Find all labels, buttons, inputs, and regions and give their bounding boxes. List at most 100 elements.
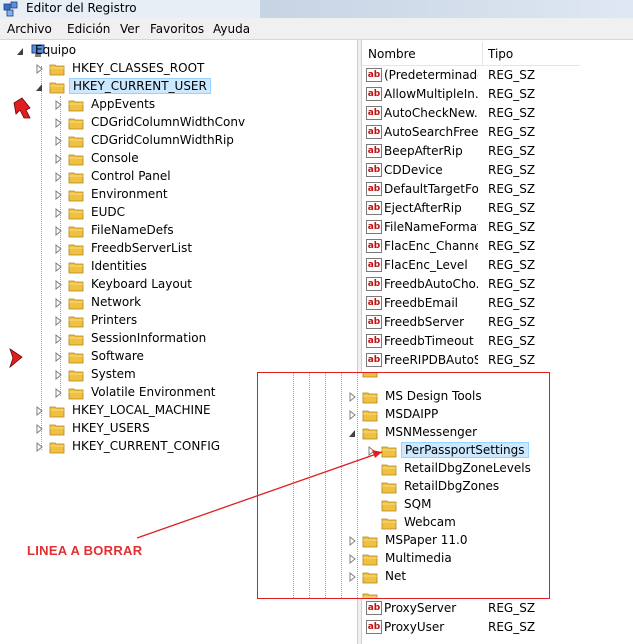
tree-node-child[interactable]: Printers: [54, 312, 294, 330]
string-value-icon: ab: [366, 182, 382, 196]
folder-icon: [68, 334, 84, 346]
expand-icon[interactable]: [54, 262, 62, 272]
folder-icon: [68, 316, 84, 328]
tree-node-child[interactable]: FreedbServerList: [54, 240, 294, 258]
list-item[interactable]: ab ProxyServer REG_SZ: [362, 599, 580, 618]
tree-node-child[interactable]: Keyboard Layout: [54, 276, 294, 294]
tree-node-overlay[interactable]: MS Design Tools: [362, 388, 532, 406]
list-item[interactable]: ab BeepAfterRip REG_SZ: [362, 142, 580, 161]
tree-node-hkey_current_user[interactable]: HKEY_CURRENT_USER: [35, 78, 255, 96]
list-item[interactable]: ab FreedbEmail REG_SZ: [362, 294, 580, 313]
list-item[interactable]: ab FreedbTimeout REG_SZ: [362, 332, 580, 351]
tree-node-hkey_local_machine[interactable]: HKEY_LOCAL_MACHINE: [35, 402, 255, 420]
column-header-tipo[interactable]: Tipo: [488, 47, 513, 61]
list-item[interactable]: ab FreedbAutoCho... REG_SZ: [362, 275, 580, 294]
tree-node-overlay[interactable]: Multimedia: [362, 550, 532, 568]
tree-node-child[interactable]: Environment: [54, 186, 294, 204]
tree-node-overlay[interactable]: SQM: [381, 496, 549, 514]
list-item[interactable]: ab FileNameFormat REG_SZ: [362, 218, 580, 237]
list-item[interactable]: ab AllowMultipleIn... REG_SZ: [362, 85, 580, 104]
tree-node-hkey_users[interactable]: HKEY_USERS: [35, 420, 255, 438]
tree-node-hkey_classes_root[interactable]: HKEY_CLASSES_ROOT: [35, 60, 255, 78]
expand-icon[interactable]: [348, 536, 356, 546]
tree-node-child[interactable]: FileNameDefs: [54, 222, 294, 240]
expand-icon[interactable]: [54, 298, 62, 308]
expand-icon[interactable]: [54, 100, 62, 110]
collapse-icon[interactable]: [35, 82, 43, 92]
tree-node-child[interactable]: CDGridColumnWidthRip: [54, 132, 294, 150]
tree-node-overlay[interactable]: PerPassportSettings: [381, 442, 549, 460]
expand-icon[interactable]: [35, 64, 43, 74]
expand-icon[interactable]: [35, 424, 43, 434]
expand-icon[interactable]: [348, 410, 356, 420]
tree-node-label: MSNMessenger: [385, 425, 478, 439]
tree-node-child[interactable]: Network: [54, 294, 294, 312]
expand-icon[interactable]: [54, 334, 62, 344]
expand-icon[interactable]: [54, 154, 62, 164]
tree-node-child[interactable]: Control Panel: [54, 168, 294, 186]
expand-icon[interactable]: [348, 554, 356, 564]
menu-ayuda[interactable]: Ayuda: [213, 22, 250, 36]
tree-node-child[interactable]: EUDC: [54, 204, 294, 222]
tree-node-overlay[interactable]: MSDAIPP: [362, 406, 532, 424]
expand-icon[interactable]: [54, 388, 62, 398]
value-type: REG_SZ: [488, 258, 536, 272]
tree-node-label: FileNameDefs: [91, 223, 174, 237]
tree-node-label: AppEvents: [91, 97, 156, 111]
tree-node-child[interactable]: SessionInformation: [54, 330, 294, 348]
tree-node-child[interactable]: Console: [54, 150, 294, 168]
expand-icon[interactable]: [54, 136, 62, 146]
tree-node-child[interactable]: Software: [54, 348, 294, 366]
expand-icon[interactable]: [54, 118, 62, 128]
menu-edicion[interactable]: Edición: [67, 22, 110, 36]
list-item[interactable]: abFlacEnc_Channels REG_SZ: [362, 237, 580, 256]
tree-node-overlay[interactable]: MSNMessenger: [362, 424, 532, 442]
expand-icon[interactable]: [54, 208, 62, 218]
expand-icon[interactable]: [35, 442, 43, 452]
expand-icon[interactable]: [35, 406, 43, 416]
tree-node-child[interactable]: Identities: [54, 258, 294, 276]
expand-icon[interactable]: [54, 172, 62, 182]
value-type: REG_SZ: [488, 239, 536, 253]
list-item[interactable]: ab(Predeterminado) REG_SZ: [362, 66, 580, 85]
expand-icon[interactable]: [54, 244, 62, 254]
list-item[interactable]: ab FreedbServer REG_SZ: [362, 313, 580, 332]
expand-icon[interactable]: [348, 572, 356, 582]
list-item[interactable]: ab FlacEnc_Level REG_SZ: [362, 256, 580, 275]
expand-icon[interactable]: [54, 226, 62, 236]
tree-node-label: Net: [385, 569, 407, 583]
column-header-nombre[interactable]: Nombre: [368, 47, 416, 61]
expand-icon[interactable]: [54, 280, 62, 290]
expand-icon[interactable]: [54, 370, 62, 380]
list-item[interactable]: abAutoSearchFree... REG_SZ: [362, 123, 580, 142]
menu-ver[interactable]: Ver: [120, 22, 140, 36]
expand-icon[interactable]: [54, 190, 62, 200]
menu-bar: Archivo Edición Ver Favoritos Ayuda: [0, 18, 633, 40]
expand-icon[interactable]: [54, 352, 62, 362]
tree-node-hkey_current_config[interactable]: HKEY_CURRENT_CONFIG: [35, 438, 255, 456]
list-item[interactable]: ab CDDevice REG_SZ: [362, 161, 580, 180]
menu-archivo[interactable]: Archivo: [7, 22, 52, 36]
expand-icon[interactable]: [348, 392, 356, 402]
list-item[interactable]: ab AutoCheckNew... REG_SZ: [362, 104, 580, 123]
expand-icon[interactable]: [367, 446, 375, 456]
menu-favoritos[interactable]: Favoritos: [150, 22, 204, 36]
tree-node-overlay[interactable]: RetailDbgZones: [381, 478, 549, 496]
tree-node-child[interactable]: CDGridColumnWidthConv: [54, 114, 294, 132]
list-item[interactable]: ab EjectAfterRip REG_SZ: [362, 199, 580, 218]
column-separator[interactable]: [482, 42, 483, 66]
folder-icon: [362, 392, 378, 404]
tree-node-equipo[interactable]: Equipo: [16, 42, 136, 60]
tree-node-overlay[interactable]: Net: [362, 568, 532, 586]
list-item[interactable]: abFreeRIPDBAutoS... REG_SZ: [362, 351, 580, 370]
tree-node-overlay[interactable]: Webcam: [381, 514, 549, 532]
tree-node-child[interactable]: AppEvents: [54, 96, 294, 114]
collapse-icon[interactable]: [348, 428, 356, 438]
list-item[interactable]: abDefaultTargetFo... REG_SZ: [362, 180, 580, 199]
collapse-icon[interactable]: [16, 46, 24, 56]
tree-node-overlay[interactable]: RetailDbgZoneLevels: [381, 460, 549, 478]
list-item[interactable]: ab ProxyUser REG_SZ: [362, 618, 580, 637]
tree-node-label: Environment: [91, 187, 168, 201]
expand-icon[interactable]: [54, 316, 62, 326]
tree-node-overlay[interactable]: MSPaper 11.0: [362, 532, 532, 550]
